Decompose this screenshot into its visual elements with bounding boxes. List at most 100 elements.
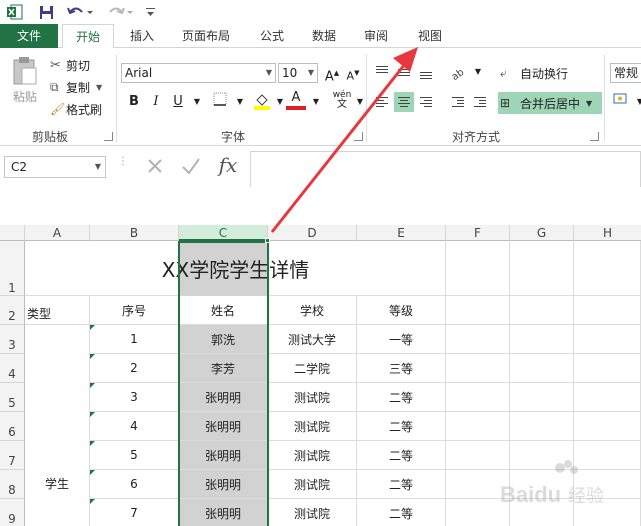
cell-h[interactable] xyxy=(574,441,641,470)
tab-data[interactable]: 数据 xyxy=(302,24,346,48)
paste-button[interactable]: 粘贴 xyxy=(8,56,42,116)
customize-toolbar-icon[interactable] xyxy=(144,3,156,21)
tab-formulas[interactable]: 公式 xyxy=(250,24,294,48)
cell-g2[interactable] xyxy=(510,296,574,325)
borders-icon[interactable] xyxy=(210,92,230,112)
row-header-3[interactable]: 3 xyxy=(0,325,25,354)
row-header-6[interactable]: 6 xyxy=(0,412,25,441)
col-header-d[interactable]: D xyxy=(268,225,357,241)
copy-button[interactable]: ⧉ 复制 ▼ xyxy=(50,78,102,96)
chevron-down-icon[interactable]: ▼ xyxy=(350,92,370,112)
col-header-f[interactable]: F xyxy=(446,225,510,241)
cell-h2[interactable] xyxy=(574,296,641,325)
cell-f1[interactable] xyxy=(446,241,510,296)
cell-h[interactable] xyxy=(574,325,641,354)
cell-g[interactable] xyxy=(510,470,574,499)
row-header-4[interactable]: 4 xyxy=(0,354,25,383)
resize-handle-icon[interactable]: ⋮ xyxy=(118,157,128,175)
cell-g[interactable] xyxy=(510,354,574,383)
select-all-corner[interactable] xyxy=(0,225,25,241)
undo-icon[interactable] xyxy=(66,3,94,21)
fill-handle[interactable] xyxy=(265,238,270,243)
tab-file[interactable]: 文件 xyxy=(0,24,58,48)
grow-font-button[interactable]: A▲ xyxy=(322,63,342,84)
header-no[interactable]: 序号 xyxy=(90,296,179,325)
alignment-launcher-icon[interactable] xyxy=(590,132,599,141)
col-header-g[interactable]: G xyxy=(510,225,574,241)
cell-g[interactable] xyxy=(510,325,574,354)
no-cell[interactable]: 4 xyxy=(90,412,179,441)
row-header-8[interactable]: 8 xyxy=(0,470,25,499)
name-cell[interactable]: 李芳 xyxy=(179,354,268,383)
name-cell[interactable]: 张明明 xyxy=(179,441,268,470)
row-header-5[interactable]: 5 xyxy=(0,383,25,412)
italic-button[interactable]: I xyxy=(146,92,166,112)
school-cell[interactable]: 二学院 xyxy=(268,354,357,383)
chevron-down-icon[interactable]: ▼ xyxy=(306,92,326,112)
font-name-combo[interactable]: Arial ▼ xyxy=(121,63,276,83)
name-cell[interactable]: 张明明 xyxy=(179,470,268,499)
col-header-a[interactable]: A xyxy=(25,225,90,241)
merge-center-button[interactable]: ⊞ 合并后居中 ▼ xyxy=(498,92,602,114)
cell-f[interactable] xyxy=(446,383,510,412)
redo-icon[interactable] xyxy=(106,3,134,21)
no-cell[interactable]: 2 xyxy=(90,354,179,383)
align-middle-icon[interactable] xyxy=(394,62,414,82)
school-cell[interactable]: 测试院 xyxy=(268,441,357,470)
grade-cell[interactable]: 二等 xyxy=(357,470,446,499)
align-left-icon[interactable] xyxy=(372,92,392,112)
cut-button[interactable]: ✂ 剪切 xyxy=(50,56,90,74)
grade-cell[interactable]: 一等 xyxy=(357,325,446,354)
name-cell[interactable]: 张明明 xyxy=(179,499,268,526)
align-right-icon[interactable] xyxy=(416,92,436,112)
tab-home[interactable]: 开始 xyxy=(62,24,114,51)
no-cell[interactable]: 5 xyxy=(90,441,179,470)
header-school[interactable]: 学校 xyxy=(268,296,357,325)
cell-f2[interactable] xyxy=(446,296,510,325)
cell-g[interactable] xyxy=(510,441,574,470)
cell-f[interactable] xyxy=(446,412,510,441)
cell-g[interactable] xyxy=(510,383,574,412)
cell-f[interactable] xyxy=(446,499,510,526)
save-icon[interactable] xyxy=(37,3,55,21)
cell-g[interactable] xyxy=(510,499,574,526)
chevron-down-icon[interactable]: ▼ xyxy=(230,92,250,112)
school-cell[interactable]: 测试院 xyxy=(268,383,357,412)
grade-cell[interactable]: 二等 xyxy=(357,499,446,526)
name-cell[interactable]: 张明明 xyxy=(179,383,268,412)
tab-insert[interactable]: 插入 xyxy=(120,24,164,48)
grade-cell[interactable]: 二等 xyxy=(357,412,446,441)
tab-page-layout[interactable]: 页面布局 xyxy=(172,24,240,48)
shrink-font-button[interactable]: A▼ xyxy=(343,63,363,83)
chevron-down-icon[interactable]: ▼ xyxy=(468,62,488,82)
no-cell[interactable]: 7 xyxy=(90,499,179,526)
grade-cell[interactable]: 三等 xyxy=(357,354,446,383)
align-center-icon[interactable] xyxy=(394,92,414,112)
row-header-1[interactable]: 1 xyxy=(0,241,25,296)
school-cell[interactable]: 测试院 xyxy=(268,412,357,441)
cell-h[interactable] xyxy=(574,470,641,499)
underline-button[interactable]: U xyxy=(168,92,188,112)
col-header-c[interactable]: C xyxy=(179,225,268,241)
font-size-combo[interactable]: 10 ▼ xyxy=(278,63,318,83)
worksheet-grid[interactable]: A B C D E F G H 1 2 3 4 5 6 7 8 9 XX学院学生… xyxy=(0,225,641,526)
col-header-b[interactable]: B xyxy=(90,225,179,241)
font-launcher-icon[interactable] xyxy=(354,132,363,141)
col-header-h[interactable]: H xyxy=(574,225,641,241)
currency-icon[interactable] xyxy=(612,92,632,112)
header-name[interactable]: 姓名 xyxy=(179,296,268,325)
row-header-7[interactable]: 7 xyxy=(0,441,25,470)
align-top-icon[interactable] xyxy=(372,62,392,82)
no-cell[interactable]: 1 xyxy=(90,325,179,354)
increase-indent-icon[interactable] xyxy=(470,92,490,112)
align-bottom-icon[interactable] xyxy=(416,62,436,82)
cell-h[interactable] xyxy=(574,499,641,526)
name-cell[interactable]: 张明明 xyxy=(179,412,268,441)
grade-cell[interactable]: 二等 xyxy=(357,383,446,412)
school-cell[interactable]: 测试大学 xyxy=(268,325,357,354)
orientation-icon[interactable]: ab xyxy=(448,62,468,83)
enter-check-icon[interactable] xyxy=(180,155,202,177)
font-color-button[interactable]: A xyxy=(286,90,306,110)
col-header-e[interactable]: E xyxy=(357,225,446,241)
cell-h1[interactable] xyxy=(574,241,641,296)
